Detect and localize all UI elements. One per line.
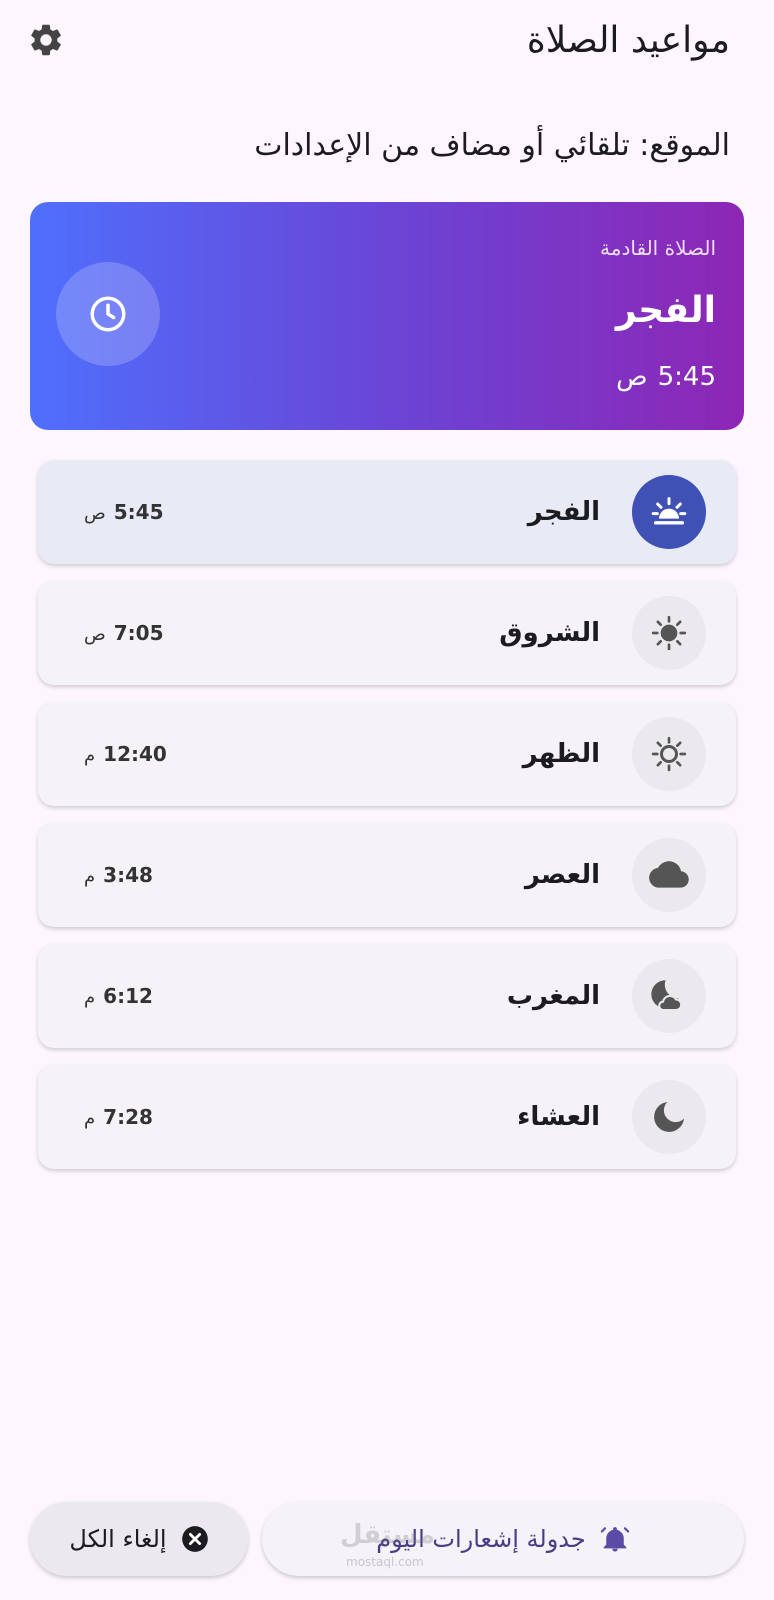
prayer-name: الفجر	[527, 497, 600, 527]
prayer-name: الشروق	[499, 618, 600, 648]
prayer-name: العصر	[524, 860, 600, 890]
prayer-time: 6:12 م	[54, 984, 153, 1008]
next-prayer-time-value: 5:45	[657, 362, 716, 392]
prayer-row-dhuhr[interactable]: الظهر 12:40 م	[38, 702, 736, 806]
sun-filled-icon	[651, 615, 687, 651]
prayer-time-value: 5:45	[113, 500, 164, 524]
clock-badge	[56, 262, 160, 366]
next-prayer-time: 5:45 ص	[616, 362, 716, 392]
clock-icon	[90, 296, 126, 332]
prayer-period: ص	[84, 624, 106, 645]
app-bar: مواعيد الصلاة	[0, 0, 774, 80]
prayer-row-main: الشروق	[499, 596, 706, 670]
prayer-time-value: 7:28	[103, 1105, 153, 1129]
prayer-icon-badge	[632, 1080, 706, 1154]
prayer-time: 3:48 م	[54, 863, 153, 887]
cancel-all-button[interactable]: إلغاء الكل	[30, 1502, 248, 1576]
prayer-time-value: 3:48	[103, 863, 153, 887]
prayer-time: 12:40 م	[54, 742, 167, 766]
prayer-list: الفجر 5:45 ص الشروق 7:05 ص الظهر 12:40 م…	[38, 460, 736, 1186]
next-prayer-card: الصلاة القادمة الفجر 5:45 ص	[30, 202, 744, 430]
prayer-time: 7:28 م	[54, 1105, 153, 1129]
prayer-row-main: العصر	[525, 838, 706, 912]
schedule-notifications-button[interactable]: جدولة إشعارات اليوم	[262, 1502, 744, 1576]
prayer-times-screen: مواعيد الصلاة الموقع: تلقائي أو مضاف من …	[0, 0, 774, 1600]
prayer-row-main: المغرب	[507, 959, 706, 1033]
prayer-name: المغرب	[506, 981, 600, 1011]
night-cloud-icon	[651, 980, 683, 1012]
alarm-bell-icon	[600, 1527, 629, 1552]
bottom-actions: جدولة إشعارات اليوم إلغاء الكل	[30, 1502, 744, 1576]
prayer-period: ص	[84, 503, 106, 524]
moon-icon	[654, 1102, 684, 1132]
gear-icon	[31, 24, 61, 56]
sunrise-icon	[651, 497, 687, 525]
sun-outline-icon	[651, 736, 687, 772]
cancel-all-label: إلغاء الكل	[69, 1525, 167, 1553]
prayer-icon-badge	[632, 838, 706, 912]
prayer-name: العشاء	[517, 1102, 600, 1132]
prayer-icon-badge	[632, 596, 706, 670]
next-prayer-period: ص	[616, 362, 648, 392]
prayer-name: الظهر	[522, 739, 600, 769]
prayer-row-asr[interactable]: العصر 3:48 م	[38, 823, 736, 927]
schedule-notifications-label: جدولة إشعارات اليوم	[376, 1525, 586, 1553]
prayer-time-value: 12:40	[103, 742, 167, 766]
next-prayer-label: الصلاة القادمة	[600, 236, 716, 260]
prayer-period: م	[84, 745, 96, 766]
prayer-time-value: 6:12	[103, 984, 153, 1008]
prayer-time: 7:05 ص	[54, 621, 164, 645]
prayer-icon-badge	[632, 717, 706, 791]
app-title: مواعيد الصلاة	[526, 19, 730, 61]
cloud-icon	[649, 861, 689, 888]
prayer-row-fajr[interactable]: الفجر 5:45 ص	[38, 460, 736, 564]
prayer-row-shuruq[interactable]: الشروق 7:05 ص	[38, 581, 736, 685]
prayer-row-isha[interactable]: العشاء 7:28 م	[38, 1065, 736, 1169]
prayer-row-maghrib[interactable]: المغرب 6:12 م	[38, 944, 736, 1048]
settings-button[interactable]	[24, 18, 68, 62]
next-prayer-name: الفجر	[615, 290, 716, 331]
prayer-row-main: الفجر	[528, 475, 706, 549]
prayer-icon-badge	[632, 475, 706, 549]
prayer-row-main: العشاء	[517, 1080, 706, 1154]
prayer-period: م	[84, 866, 96, 887]
location-text: الموقع: تلقائي أو مضاف من الإعدادات	[254, 128, 730, 163]
prayer-icon-badge	[632, 959, 706, 1033]
prayer-row-main: الظهر	[523, 717, 706, 791]
prayer-period: م	[84, 1108, 96, 1129]
prayer-time-value: 7:05	[113, 621, 164, 645]
cancel-circle-icon	[181, 1526, 208, 1552]
prayer-time: 5:45 ص	[54, 500, 164, 524]
prayer-period: م	[84, 987, 96, 1008]
